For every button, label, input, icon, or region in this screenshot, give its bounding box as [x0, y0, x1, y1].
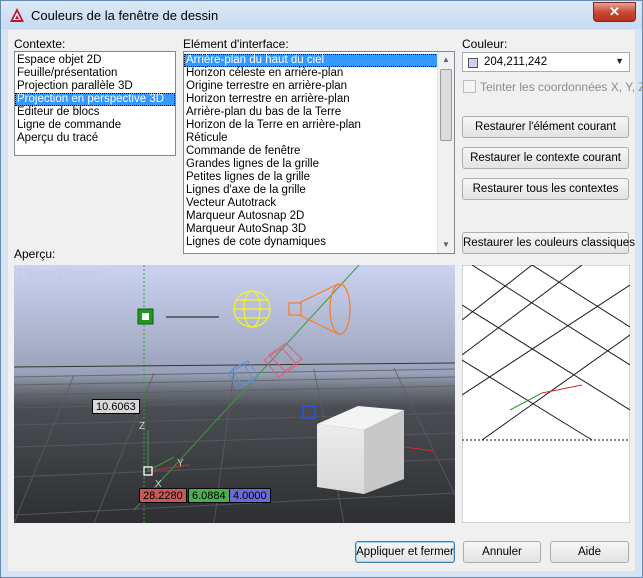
restore-context-button[interactable]: Restaurer le contexte courant [462, 147, 629, 169]
interface-element-list-item[interactable]: Arrière-plan du haut du ciel [184, 54, 438, 67]
viewport-label: [+][Haut][Rayon X] [18, 268, 109, 280]
coord-z-value: 4.0000 [229, 488, 271, 503]
context-list-item[interactable]: Espace objet 2D [15, 54, 175, 67]
interface-element-list-item[interactable]: Marqueur AutoSnap 3D [184, 223, 438, 236]
interface-element-listbox[interactable]: Arrière-plan du haut du ciel Horizon céle… [183, 51, 455, 254]
tint-xyz-label: Teinter les coordonnées X, Y, Z [480, 80, 643, 94]
preview-label: Aperçu: [14, 247, 56, 261]
interface-list-scrollbar[interactable]: ▲ ▼ [437, 52, 454, 253]
axis-y-label: Y [177, 458, 184, 469]
scroll-thumb[interactable] [440, 69, 452, 141]
title-bar[interactable]: Couleurs de la fenêtre de dessin ✕ [1, 1, 642, 29]
color-dropdown[interactable]: 204,211,242 ▼ [462, 52, 630, 72]
interface-element-list-item[interactable]: Origine terrestre en arrière-plan [184, 80, 438, 93]
context-list-item[interactable]: Ligne de commande [15, 119, 175, 132]
context-listbox[interactable]: Espace objet 2D Feuille/présentation Proje… [14, 51, 176, 156]
dialog-window: Couleurs de la fenêtre de dessin ✕ Conte… [0, 0, 643, 578]
interface-element-list-item[interactable]: Horizon de la Terre en arrière-plan [184, 119, 438, 132]
interface-element-list-item[interactable]: Petites lignes de la grille [184, 171, 438, 184]
apply-and-close-button[interactable]: Appliquer et fermer [355, 541, 455, 563]
interface-element-list-item[interactable]: Commande de fenêtre [184, 145, 438, 158]
cancel-button[interactable]: Annuler [463, 541, 541, 563]
preview-scene [14, 265, 455, 523]
interface-element-list-item[interactable]: Horizon terrestre en arrière-plan [184, 93, 438, 106]
interface-element-label: Elément d'interface: [183, 37, 289, 51]
context-list-item[interactable]: Projection parallèle 3D [15, 80, 175, 93]
window-title: Couleurs de la fenêtre de dessin [31, 8, 219, 23]
color-label: Couleur: [462, 37, 508, 51]
autocad-logo-icon [10, 8, 24, 22]
restore-all-contexts-button[interactable]: Restaurer tous les contextes [462, 178, 629, 200]
interface-element-list-item[interactable]: Vecteur Autotrack [184, 197, 438, 210]
interface-element-list-item[interactable]: Réticule [184, 132, 438, 145]
tint-xyz-checkbox[interactable] [463, 80, 476, 93]
interface-element-list-item[interactable]: Horizon céleste en arrière-plan [184, 67, 438, 80]
dialog-body: Contexte: Espace objet 2D Feuille/présent… [8, 30, 643, 571]
main-preview: [+][Haut][Rayon X] Z Y X 10.6063 28.2280… [14, 265, 455, 523]
context-list-item[interactable]: Feuille/présentation [15, 67, 175, 80]
interface-element-list-item[interactable]: Arrière-plan du bas de la Terre [184, 106, 438, 119]
interface-element-list-item[interactable]: Marqueur Autosnap 2D [184, 210, 438, 223]
color-value: 204,211,242 [484, 56, 548, 68]
scroll-up-icon[interactable]: ▲ [438, 52, 454, 68]
context-list-item[interactable]: Aperçu du tracé [15, 132, 175, 145]
close-button[interactable]: ✕ [593, 2, 636, 22]
secondary-preview [462, 265, 630, 523]
help-button[interactable]: Aide [550, 541, 629, 563]
axis-z-label: Z [139, 421, 146, 432]
dimension-value: 10.6063 [92, 399, 140, 414]
context-list-item[interactable]: Projection en perspective 3D [15, 93, 175, 106]
scroll-down-icon[interactable]: ▼ [438, 237, 454, 253]
context-list-item[interactable]: Editeur de blocs [15, 106, 175, 119]
color-swatch [468, 58, 478, 68]
restore-element-button[interactable]: Restaurer l'élément courant [462, 116, 629, 138]
interface-element-list-item[interactable]: Lignes de cote dynamiques [184, 236, 438, 249]
coord-y-value: 6.0884 [188, 488, 230, 503]
chevron-down-icon[interactable]: ▼ [615, 56, 624, 66]
coord-x-value: 28.2280 [139, 488, 187, 503]
restore-classic-colors-button[interactable]: Restaurer les couleurs classiques [462, 232, 635, 254]
interface-element-list-item[interactable]: Lignes d'axe de la grille [184, 184, 438, 197]
parallel-preview-scene [462, 265, 630, 523]
context-label: Contexte: [14, 37, 66, 51]
interface-element-list-item[interactable]: Grandes lignes de la grille [184, 158, 438, 171]
